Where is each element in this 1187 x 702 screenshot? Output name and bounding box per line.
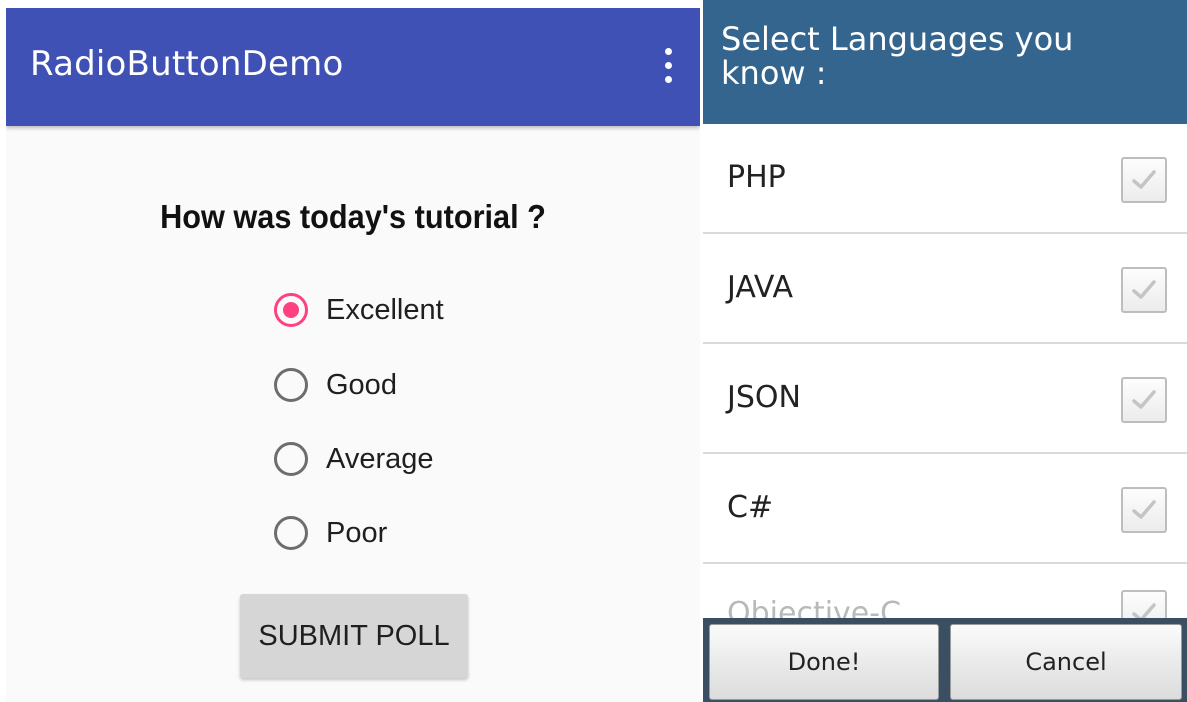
radio-demo-screen: RadioButtonDemo How was today's tutorial… <box>6 8 700 702</box>
language-label: JAVA <box>727 270 794 305</box>
dialog-header: Select Languages you know : <box>703 0 1187 124</box>
dialog-button-bar: Done! Cancel <box>703 618 1187 702</box>
language-label: C# <box>727 490 774 525</box>
language-dialog: Select Languages you know : PHP JAVA JSO… <box>703 0 1187 702</box>
submit-poll-button[interactable]: SUBMIT POLL <box>240 594 468 678</box>
radio-label: Average <box>326 442 434 475</box>
checkbox-checked-icon[interactable] <box>1121 487 1167 533</box>
radio-option-excellent[interactable]: Excellent <box>274 288 444 332</box>
cancel-button[interactable]: Cancel <box>950 624 1182 700</box>
radio-unselected-icon[interactable] <box>274 516 308 550</box>
language-item-json[interactable]: JSON <box>703 344 1187 454</box>
app-title: RadioButtonDemo <box>30 44 344 84</box>
radio-label: Excellent <box>326 293 444 326</box>
language-item-php[interactable]: PHP <box>703 124 1187 234</box>
screenshot-root: RadioButtonDemo How was today's tutorial… <box>0 0 1187 702</box>
done-button[interactable]: Done! <box>709 624 939 700</box>
radio-label: Poor <box>326 516 388 549</box>
language-item-csharp[interactable]: C# <box>703 454 1187 564</box>
radio-option-poor[interactable]: Poor <box>274 511 387 555</box>
poll-question: How was today's tutorial ? <box>160 198 546 235</box>
checkbox-checked-icon[interactable] <box>1121 377 1167 423</box>
dialog-title: Select Languages you know : <box>721 20 1074 92</box>
checkbox-checked-icon[interactable] <box>1121 157 1167 203</box>
radio-label: Good <box>326 368 397 401</box>
app-bar: RadioButtonDemo <box>6 8 700 126</box>
radio-option-average[interactable]: Average <box>274 437 434 481</box>
checkbox-checked-icon[interactable] <box>1121 267 1167 313</box>
radio-selected-icon[interactable] <box>274 293 308 327</box>
radio-option-good[interactable]: Good <box>274 363 397 407</box>
language-item-java[interactable]: JAVA <box>703 234 1187 344</box>
language-label: JSON <box>727 380 801 415</box>
radio-unselected-icon[interactable] <box>274 368 308 402</box>
language-label: PHP <box>727 160 786 195</box>
overflow-menu-icon[interactable] <box>656 48 680 88</box>
radio-unselected-icon[interactable] <box>274 442 308 476</box>
